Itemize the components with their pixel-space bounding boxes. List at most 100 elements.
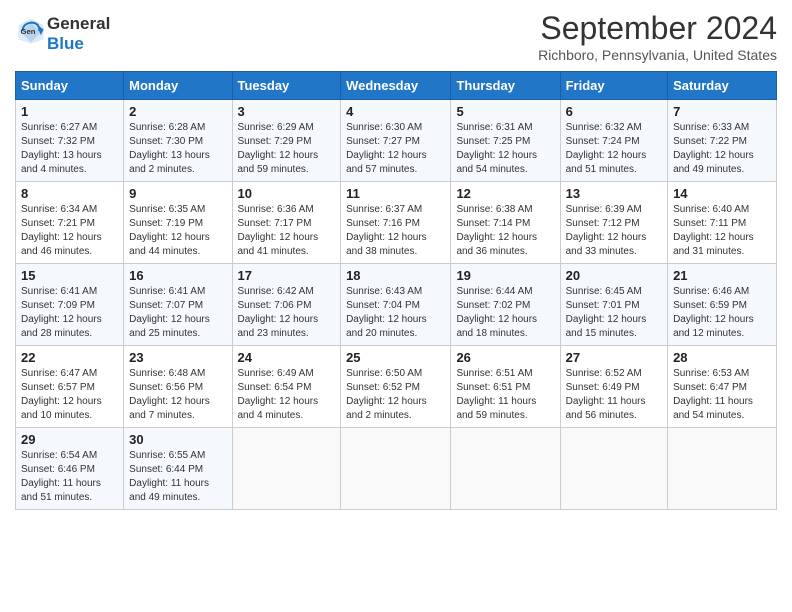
day-detail: Sunrise: 6:28 AM Sunset: 7:30 PM Dayligh… (129, 121, 226, 177)
calendar-cell: 15 Sunrise: 6:41 AM Sunset: 7:09 PM Dayl… (16, 264, 124, 346)
calendar-cell (232, 428, 341, 510)
svg-text:Gen: Gen (21, 27, 36, 36)
day-number: 1 (21, 104, 118, 119)
calendar-cell: 20 Sunrise: 6:45 AM Sunset: 7:01 PM Dayl… (560, 264, 667, 346)
calendar-cell: 23 Sunrise: 6:48 AM Sunset: 6:56 PM Dayl… (124, 346, 232, 428)
day-detail: Sunrise: 6:39 AM Sunset: 7:12 PM Dayligh… (566, 203, 662, 259)
day-number: 30 (129, 432, 226, 447)
day-detail: Sunrise: 6:54 AM Sunset: 6:46 PM Dayligh… (21, 449, 118, 505)
calendar-cell: 21 Sunrise: 6:46 AM Sunset: 6:59 PM Dayl… (668, 264, 777, 346)
day-number: 8 (21, 186, 118, 201)
calendar-cell: 12 Sunrise: 6:38 AM Sunset: 7:14 PM Dayl… (451, 182, 560, 264)
day-detail: Sunrise: 6:32 AM Sunset: 7:24 PM Dayligh… (566, 121, 662, 177)
calendar-cell: 16 Sunrise: 6:41 AM Sunset: 7:07 PM Dayl… (124, 264, 232, 346)
calendar-cell (560, 428, 667, 510)
calendar-header-row: SundayMondayTuesdayWednesdayThursdayFrid… (16, 72, 777, 100)
day-detail: Sunrise: 6:40 AM Sunset: 7:11 PM Dayligh… (673, 203, 771, 259)
calendar-cell: 6 Sunrise: 6:32 AM Sunset: 7:24 PM Dayli… (560, 100, 667, 182)
day-detail: Sunrise: 6:50 AM Sunset: 6:52 PM Dayligh… (346, 367, 445, 423)
day-number: 19 (456, 268, 554, 283)
day-number: 28 (673, 350, 771, 365)
calendar-cell: 26 Sunrise: 6:51 AM Sunset: 6:51 PM Dayl… (451, 346, 560, 428)
day-number: 29 (21, 432, 118, 447)
day-of-week-header: Tuesday (232, 72, 341, 100)
calendar-table: SundayMondayTuesdayWednesdayThursdayFrid… (15, 71, 777, 510)
day-number: 10 (238, 186, 336, 201)
day-detail: Sunrise: 6:37 AM Sunset: 7:16 PM Dayligh… (346, 203, 445, 259)
day-number: 7 (673, 104, 771, 119)
calendar-cell: 10 Sunrise: 6:36 AM Sunset: 7:17 PM Dayl… (232, 182, 341, 264)
day-detail: Sunrise: 6:52 AM Sunset: 6:49 PM Dayligh… (566, 367, 662, 423)
header: Gen General Blue September 2024 Richboro… (15, 10, 777, 63)
calendar-cell: 5 Sunrise: 6:31 AM Sunset: 7:25 PM Dayli… (451, 100, 560, 182)
calendar-cell (668, 428, 777, 510)
day-detail: Sunrise: 6:31 AM Sunset: 7:25 PM Dayligh… (456, 121, 554, 177)
day-number: 2 (129, 104, 226, 119)
day-detail: Sunrise: 6:29 AM Sunset: 7:29 PM Dayligh… (238, 121, 336, 177)
day-detail: Sunrise: 6:38 AM Sunset: 7:14 PM Dayligh… (456, 203, 554, 259)
day-detail: Sunrise: 6:51 AM Sunset: 6:51 PM Dayligh… (456, 367, 554, 423)
day-detail: Sunrise: 6:53 AM Sunset: 6:47 PM Dayligh… (673, 367, 771, 423)
calendar-week-row: 29 Sunrise: 6:54 AM Sunset: 6:46 PM Dayl… (16, 428, 777, 510)
calendar-cell: 30 Sunrise: 6:55 AM Sunset: 6:44 PM Dayl… (124, 428, 232, 510)
calendar-cell: 8 Sunrise: 6:34 AM Sunset: 7:21 PM Dayli… (16, 182, 124, 264)
day-of-week-header: Saturday (668, 72, 777, 100)
calendar-cell: 27 Sunrise: 6:52 AM Sunset: 6:49 PM Dayl… (560, 346, 667, 428)
day-number: 13 (566, 186, 662, 201)
day-detail: Sunrise: 6:35 AM Sunset: 7:19 PM Dayligh… (129, 203, 226, 259)
day-detail: Sunrise: 6:36 AM Sunset: 7:17 PM Dayligh… (238, 203, 336, 259)
day-of-week-header: Monday (124, 72, 232, 100)
day-number: 23 (129, 350, 226, 365)
calendar-cell (341, 428, 451, 510)
day-number: 21 (673, 268, 771, 283)
day-number: 3 (238, 104, 336, 119)
day-detail: Sunrise: 6:27 AM Sunset: 7:32 PM Dayligh… (21, 121, 118, 177)
day-detail: Sunrise: 6:55 AM Sunset: 6:44 PM Dayligh… (129, 449, 226, 505)
calendar-cell: 9 Sunrise: 6:35 AM Sunset: 7:19 PM Dayli… (124, 182, 232, 264)
calendar-cell: 28 Sunrise: 6:53 AM Sunset: 6:47 PM Dayl… (668, 346, 777, 428)
day-detail: Sunrise: 6:34 AM Sunset: 7:21 PM Dayligh… (21, 203, 118, 259)
calendar-cell: 29 Sunrise: 6:54 AM Sunset: 6:46 PM Dayl… (16, 428, 124, 510)
calendar-cell: 3 Sunrise: 6:29 AM Sunset: 7:29 PM Dayli… (232, 100, 341, 182)
day-number: 27 (566, 350, 662, 365)
location-subtitle: Richboro, Pennsylvania, United States (538, 47, 777, 63)
day-detail: Sunrise: 6:45 AM Sunset: 7:01 PM Dayligh… (566, 285, 662, 341)
calendar-week-row: 8 Sunrise: 6:34 AM Sunset: 7:21 PM Dayli… (16, 182, 777, 264)
calendar-cell: 11 Sunrise: 6:37 AM Sunset: 7:16 PM Dayl… (341, 182, 451, 264)
day-number: 22 (21, 350, 118, 365)
logo-general: General (47, 14, 110, 34)
day-detail: Sunrise: 6:44 AM Sunset: 7:02 PM Dayligh… (456, 285, 554, 341)
logo-icon: Gen (17, 17, 45, 45)
day-number: 25 (346, 350, 445, 365)
day-number: 14 (673, 186, 771, 201)
calendar-cell: 7 Sunrise: 6:33 AM Sunset: 7:22 PM Dayli… (668, 100, 777, 182)
day-number: 18 (346, 268, 445, 283)
calendar-cell: 24 Sunrise: 6:49 AM Sunset: 6:54 PM Dayl… (232, 346, 341, 428)
day-number: 4 (346, 104, 445, 119)
calendar-week-row: 22 Sunrise: 6:47 AM Sunset: 6:57 PM Dayl… (16, 346, 777, 428)
day-detail: Sunrise: 6:41 AM Sunset: 7:07 PM Dayligh… (129, 285, 226, 341)
logo-blue: Blue (47, 34, 110, 54)
calendar-cell: 17 Sunrise: 6:42 AM Sunset: 7:06 PM Dayl… (232, 264, 341, 346)
day-of-week-header: Wednesday (341, 72, 451, 100)
calendar-cell: 14 Sunrise: 6:40 AM Sunset: 7:11 PM Dayl… (668, 182, 777, 264)
day-of-week-header: Sunday (16, 72, 124, 100)
day-detail: Sunrise: 6:33 AM Sunset: 7:22 PM Dayligh… (673, 121, 771, 177)
day-number: 11 (346, 186, 445, 201)
calendar-cell: 19 Sunrise: 6:44 AM Sunset: 7:02 PM Dayl… (451, 264, 560, 346)
day-detail: Sunrise: 6:43 AM Sunset: 7:04 PM Dayligh… (346, 285, 445, 341)
day-number: 26 (456, 350, 554, 365)
calendar-cell: 4 Sunrise: 6:30 AM Sunset: 7:27 PM Dayli… (341, 100, 451, 182)
day-number: 16 (129, 268, 226, 283)
calendar-cell: 2 Sunrise: 6:28 AM Sunset: 7:30 PM Dayli… (124, 100, 232, 182)
day-detail: Sunrise: 6:48 AM Sunset: 6:56 PM Dayligh… (129, 367, 226, 423)
title-block: September 2024 Richboro, Pennsylvania, U… (538, 10, 777, 63)
page: Gen General Blue September 2024 Richboro… (0, 0, 792, 612)
logo: Gen General Blue (15, 14, 110, 53)
day-detail: Sunrise: 6:30 AM Sunset: 7:27 PM Dayligh… (346, 121, 445, 177)
calendar-cell: 18 Sunrise: 6:43 AM Sunset: 7:04 PM Dayl… (341, 264, 451, 346)
calendar-cell: 25 Sunrise: 6:50 AM Sunset: 6:52 PM Dayl… (341, 346, 451, 428)
day-detail: Sunrise: 6:41 AM Sunset: 7:09 PM Dayligh… (21, 285, 118, 341)
calendar-cell: 1 Sunrise: 6:27 AM Sunset: 7:32 PM Dayli… (16, 100, 124, 182)
day-number: 24 (238, 350, 336, 365)
